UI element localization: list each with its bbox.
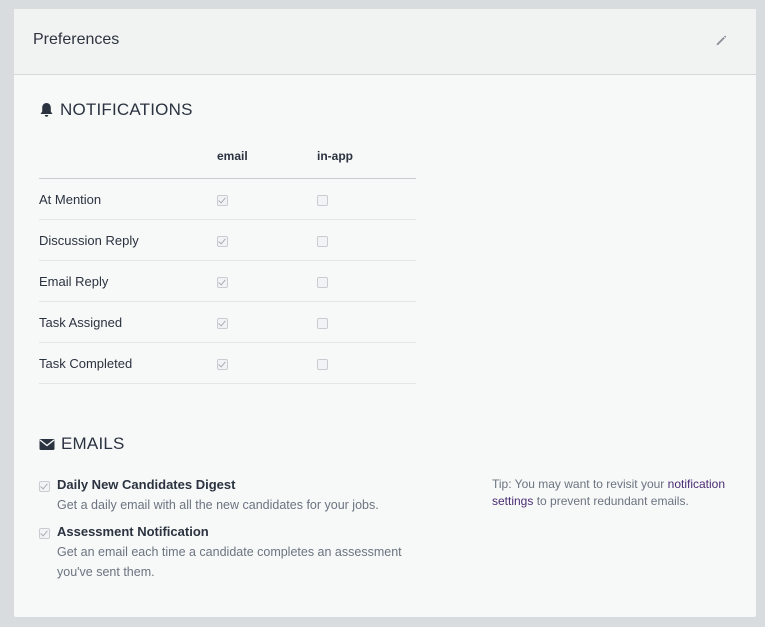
envelope-icon	[39, 438, 55, 450]
tip-suffix: to prevent redundant emails.	[533, 494, 689, 508]
edit-button[interactable]	[714, 33, 728, 47]
pencil-icon	[716, 35, 727, 46]
header-empty	[39, 149, 217, 179]
in-app-checkbox-email-reply[interactable]	[317, 276, 328, 288]
email-option-daily-digest: Daily New Candidates Digest Get a daily …	[39, 477, 419, 517]
column-header-email: email	[217, 149, 317, 179]
in-app-checkbox-task-completed[interactable]	[317, 358, 328, 370]
email-option-description: Get an email each time a candidate compl…	[57, 545, 402, 579]
table-header-row: email in-app	[39, 149, 416, 179]
bell-icon	[40, 103, 53, 117]
table-row: Task Completed	[39, 342, 416, 384]
row-label: Email Reply	[39, 260, 217, 302]
notifications-heading: NOTIFICATIONS	[39, 100, 193, 120]
in-app-checkbox-at-mention[interactable]	[317, 194, 328, 206]
table-row: At Mention	[39, 178, 416, 220]
email-checkbox-task-completed[interactable]	[217, 358, 228, 370]
assessment-notification-checkbox[interactable]	[39, 528, 50, 539]
notifications-title: NOTIFICATIONS	[60, 100, 193, 119]
column-header-in-app: in-app	[317, 149, 416, 179]
panel-header: Preferences	[14, 9, 756, 75]
email-option-description: Get a daily email with all the new candi…	[57, 498, 379, 512]
emails-title: EMAILS	[61, 434, 125, 453]
tip-text: Tip: You may want to revisit your notifi…	[492, 476, 732, 510]
email-checkbox-email-reply[interactable]	[217, 276, 228, 288]
row-label: Task Assigned	[39, 301, 217, 343]
row-label: Discussion Reply	[39, 219, 217, 261]
tip-prefix: Tip: You may want to revisit your	[492, 477, 668, 491]
row-label: At Mention	[39, 178, 217, 220]
email-checkbox-task-assigned[interactable]	[217, 317, 228, 329]
email-checkbox-discussion-reply[interactable]	[217, 235, 228, 247]
table-row: Discussion Reply	[39, 219, 416, 261]
notifications-table: email in-app At Mention Discussion Reply…	[39, 149, 416, 384]
email-option-name: Assessment Notification	[57, 524, 209, 539]
daily-digest-checkbox[interactable]	[39, 481, 50, 492]
email-option-name: Daily New Candidates Digest	[57, 477, 236, 492]
email-option-assessment: Assessment Notification Get an email eac…	[39, 524, 419, 584]
preferences-panel: Preferences NOTIFICATIONS email in-app A…	[14, 9, 756, 617]
in-app-checkbox-task-assigned[interactable]	[317, 317, 328, 329]
page-title: Preferences	[33, 31, 120, 48]
emails-heading: EMAILS	[39, 434, 125, 454]
table-row: Task Assigned	[39, 301, 416, 343]
table-row: Email Reply	[39, 260, 416, 302]
in-app-checkbox-discussion-reply[interactable]	[317, 235, 328, 247]
row-label: Task Completed	[39, 342, 217, 384]
email-checkbox-at-mention[interactable]	[217, 194, 228, 206]
